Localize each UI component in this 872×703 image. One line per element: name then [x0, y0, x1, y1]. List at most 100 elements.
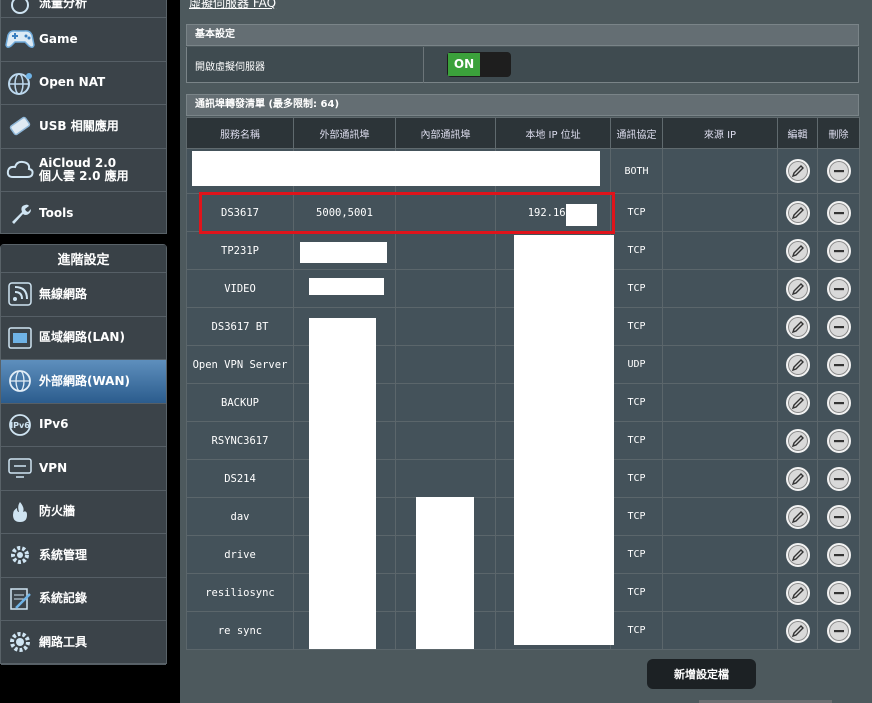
redacted-block [300, 242, 387, 263]
virtual-server-toggle[interactable]: ON [447, 52, 511, 77]
delete-minus-icon[interactable] [826, 159, 851, 183]
sidebar-item-ipv6[interactable]: IPv6 IPv6 [1, 404, 166, 447]
delete-minus-icon[interactable] [826, 352, 851, 377]
table-header: 服務名稱 外部通訊埠 內部通訊埠 本地 IP 位址 通訊協定 來源 IP 編輯 … [186, 117, 860, 149]
service-name-cell: DS3617 BT [186, 307, 294, 346]
sidebar-item-open-nat[interactable]: Open NAT [1, 62, 166, 105]
router-admin-page: 流量分析 Game Open NAT USB 相關應用 AiCloud 2.0 … [0, 0, 872, 703]
redacted-block [192, 151, 600, 186]
delete-cell [817, 269, 860, 308]
divider [423, 47, 424, 83]
add-profile-button[interactable]: 新增設定檔 [647, 659, 756, 689]
sidebar-item-network-tools[interactable]: 網路工具 [1, 621, 166, 665]
sidebar-item-lan[interactable]: 區域網路(LAN) [1, 317, 166, 360]
delete-minus-icon[interactable] [826, 238, 851, 263]
col-internal-port: 內部通訊埠 [395, 117, 496, 149]
edit-cell [777, 383, 818, 422]
redacted-block [514, 235, 614, 645]
enable-virtual-server-label: 開啟虛擬伺服器 [195, 62, 265, 73]
sidebar-item-label: 無線網路 [39, 286, 88, 301]
protocol-cell: TCP [610, 459, 663, 498]
highlight-box [199, 192, 615, 234]
edit-cell [777, 459, 818, 498]
protocol-cell: TCP [610, 193, 663, 232]
edit-pencil-icon[interactable] [785, 504, 810, 529]
edit-cell [777, 573, 818, 612]
edit-pencil-icon[interactable] [785, 238, 810, 263]
source-ip-cell [662, 269, 778, 308]
edit-pencil-icon[interactable] [785, 428, 810, 453]
sidebar-item-admin[interactable]: 系統管理 [1, 534, 166, 578]
sidebar-item-wan[interactable]: 外部網路(WAN) [1, 360, 166, 404]
edit-pencil-icon[interactable] [785, 390, 810, 415]
service-name-cell: resiliosync [186, 573, 294, 612]
source-ip-cell [662, 231, 778, 270]
internal-port-cell [395, 345, 496, 384]
edit-pencil-icon[interactable] [785, 314, 810, 339]
delete-minus-icon[interactable] [826, 542, 851, 567]
vpn-icon [3, 453, 37, 483]
edit-cell [777, 535, 818, 574]
sidebar-item-wireless[interactable]: 無線網路 [1, 273, 166, 317]
delete-minus-icon[interactable] [826, 276, 851, 301]
edit-pencil-icon[interactable] [785, 352, 810, 377]
delete-minus-icon[interactable] [826, 618, 851, 643]
delete-minus-icon[interactable] [826, 504, 851, 529]
wireless-icon [3, 279, 37, 309]
sidebar-item-syslog[interactable]: 系統記錄 [1, 578, 166, 621]
delete-minus-icon[interactable] [826, 580, 851, 605]
service-name-cell: Open VPN Server [186, 345, 294, 384]
internal-port-cell [395, 421, 496, 460]
delete-cell [817, 148, 860, 194]
delete-minus-icon[interactable] [826, 314, 851, 339]
cloud-icon [3, 155, 37, 185]
source-ip-cell [662, 193, 778, 232]
edit-cell [777, 345, 818, 384]
sidebar-item-firewall[interactable]: 防火牆 [1, 491, 166, 534]
redacted-block [309, 278, 384, 295]
edit-pencil-icon[interactable] [785, 276, 810, 301]
internal-port-cell [395, 307, 496, 346]
service-name-cell: drive [186, 535, 294, 574]
faq-link[interactable]: 虛擬伺服器 FAQ [189, 0, 276, 11]
redacted-block [416, 497, 474, 649]
service-name-cell: RSYNC3617 [186, 421, 294, 460]
edit-pencil-icon[interactable] [785, 200, 810, 225]
col-service-name: 服務名稱 [186, 117, 294, 149]
edit-pencil-icon[interactable] [785, 159, 810, 183]
network-tools-icon [3, 627, 37, 657]
sidebar-item-usb[interactable]: USB 相關應用 [1, 105, 166, 149]
sidebar-item-traffic-analyzer[interactable]: 流量分析 [1, 0, 166, 18]
enable-virtual-server-row: 開啟虛擬伺服器 ON [186, 47, 859, 83]
edit-pencil-icon[interactable] [785, 618, 810, 643]
protocol-cell: TCP [610, 573, 663, 612]
protocol-cell: TCP [610, 611, 663, 650]
sidebar-item-vpn[interactable]: VPN [1, 447, 166, 491]
usb-icon [3, 111, 37, 141]
edit-cell [777, 307, 818, 346]
sidebar-item-label: 區域網路(LAN) [39, 330, 125, 345]
edit-pencil-icon[interactable] [785, 580, 810, 605]
delete-minus-icon[interactable] [826, 390, 851, 415]
protocol-cell: TCP [610, 497, 663, 536]
source-ip-cell [662, 535, 778, 574]
delete-cell [817, 307, 860, 346]
service-name-cell: BACKUP [186, 383, 294, 422]
sidebar-item-game[interactable]: Game [1, 18, 166, 62]
source-ip-cell [662, 459, 778, 498]
sidebar-item-label: 外部網路(WAN) [39, 373, 130, 388]
edit-pencil-icon[interactable] [785, 466, 810, 491]
internal-port-cell [395, 383, 496, 422]
sidebar-item-aicloud[interactable]: AiCloud 2.0 個人雲 2.0 應用 [1, 149, 166, 192]
edit-cell [777, 148, 818, 194]
delete-minus-icon[interactable] [826, 200, 851, 225]
delete-minus-icon[interactable] [826, 466, 851, 491]
service-name-cell: DS214 [186, 459, 294, 498]
delete-minus-icon[interactable] [826, 428, 851, 453]
col-protocol: 通訊協定 [610, 117, 663, 149]
sidebar-item-label: 流量分析 [39, 0, 88, 10]
edit-pencil-icon[interactable] [785, 542, 810, 567]
lan-icon [3, 323, 37, 353]
col-local-ip: 本地 IP 位址 [495, 117, 611, 149]
sidebar-item-tools[interactable]: Tools [1, 192, 166, 236]
